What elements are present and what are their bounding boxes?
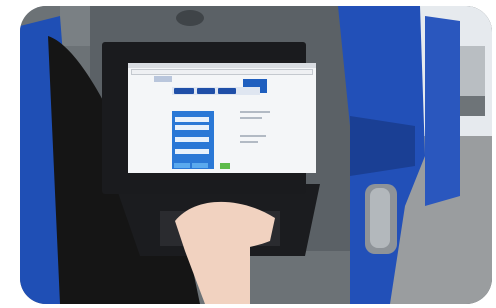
search-button [220, 163, 230, 169]
nav-tab-3 [218, 88, 236, 94]
site-nav [172, 87, 260, 95]
browser-tab-bar [128, 63, 316, 68]
photo [20, 6, 492, 304]
side-text-line [240, 135, 266, 137]
site-logo [154, 76, 172, 82]
browser-url-bar [131, 69, 313, 75]
nav-tab-1 [174, 88, 194, 94]
side-text-line [240, 117, 262, 119]
form-field-date [175, 137, 209, 142]
armrest-highlight [370, 188, 390, 248]
right-seat-shade [350, 116, 415, 176]
side-text-line [240, 141, 258, 143]
nav-tab-2 [197, 88, 215, 94]
laptop-screen [128, 63, 316, 173]
form-field-to [175, 125, 209, 130]
seat-handle [176, 10, 204, 26]
far-seat [425, 16, 460, 206]
form-button-1 [174, 163, 190, 168]
side-text-line [240, 111, 270, 113]
form-button-2 [192, 163, 208, 168]
form-field-from [175, 117, 209, 122]
form-field-passengers [175, 149, 209, 154]
booking-form-panel [172, 111, 214, 169]
